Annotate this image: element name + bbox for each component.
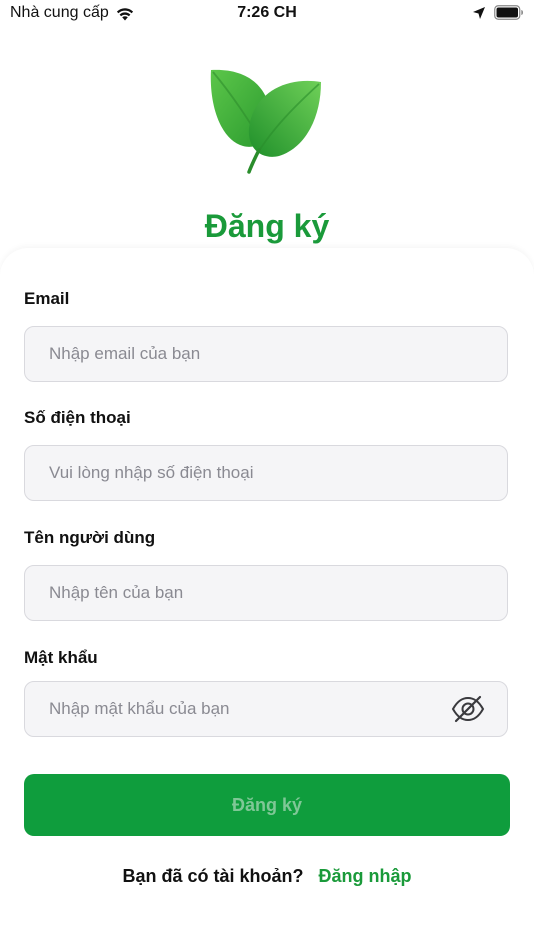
phone-input[interactable] xyxy=(49,446,449,500)
register-button[interactable]: Đăng ký xyxy=(24,774,510,836)
email-label: Email xyxy=(24,289,70,308)
password-label: Mật khẩu xyxy=(24,648,98,667)
page-title: Đăng ký xyxy=(204,208,330,244)
eye-slash-icon xyxy=(451,695,485,723)
phone-label: Số điện thoại xyxy=(24,408,131,427)
password-input[interactable] xyxy=(49,682,449,736)
phone-field-container xyxy=(24,445,508,501)
password-visibility-toggle[interactable] xyxy=(451,693,485,725)
password-field-container xyxy=(24,681,508,737)
status-time: 7:26 CH xyxy=(237,4,297,21)
status-right-icons xyxy=(472,5,524,20)
email-field-container xyxy=(24,326,508,382)
email-input[interactable] xyxy=(49,327,449,381)
username-input[interactable] xyxy=(49,566,449,620)
location-arrow-icon xyxy=(473,6,485,19)
logo-container xyxy=(0,66,534,176)
login-prompt: Bạn đã có tài khoản? Đăng nhập xyxy=(0,866,534,887)
login-question: Bạn đã có tài khoản? xyxy=(122,866,304,886)
username-label: Tên người dùng xyxy=(24,528,156,547)
status-bar: Nhà cung cấp 7:26 CH xyxy=(0,0,534,30)
battery-icon xyxy=(494,5,523,20)
username-field-container xyxy=(24,565,508,621)
leaves-icon xyxy=(210,69,321,174)
login-link[interactable]: Đăng nhập xyxy=(319,866,412,886)
